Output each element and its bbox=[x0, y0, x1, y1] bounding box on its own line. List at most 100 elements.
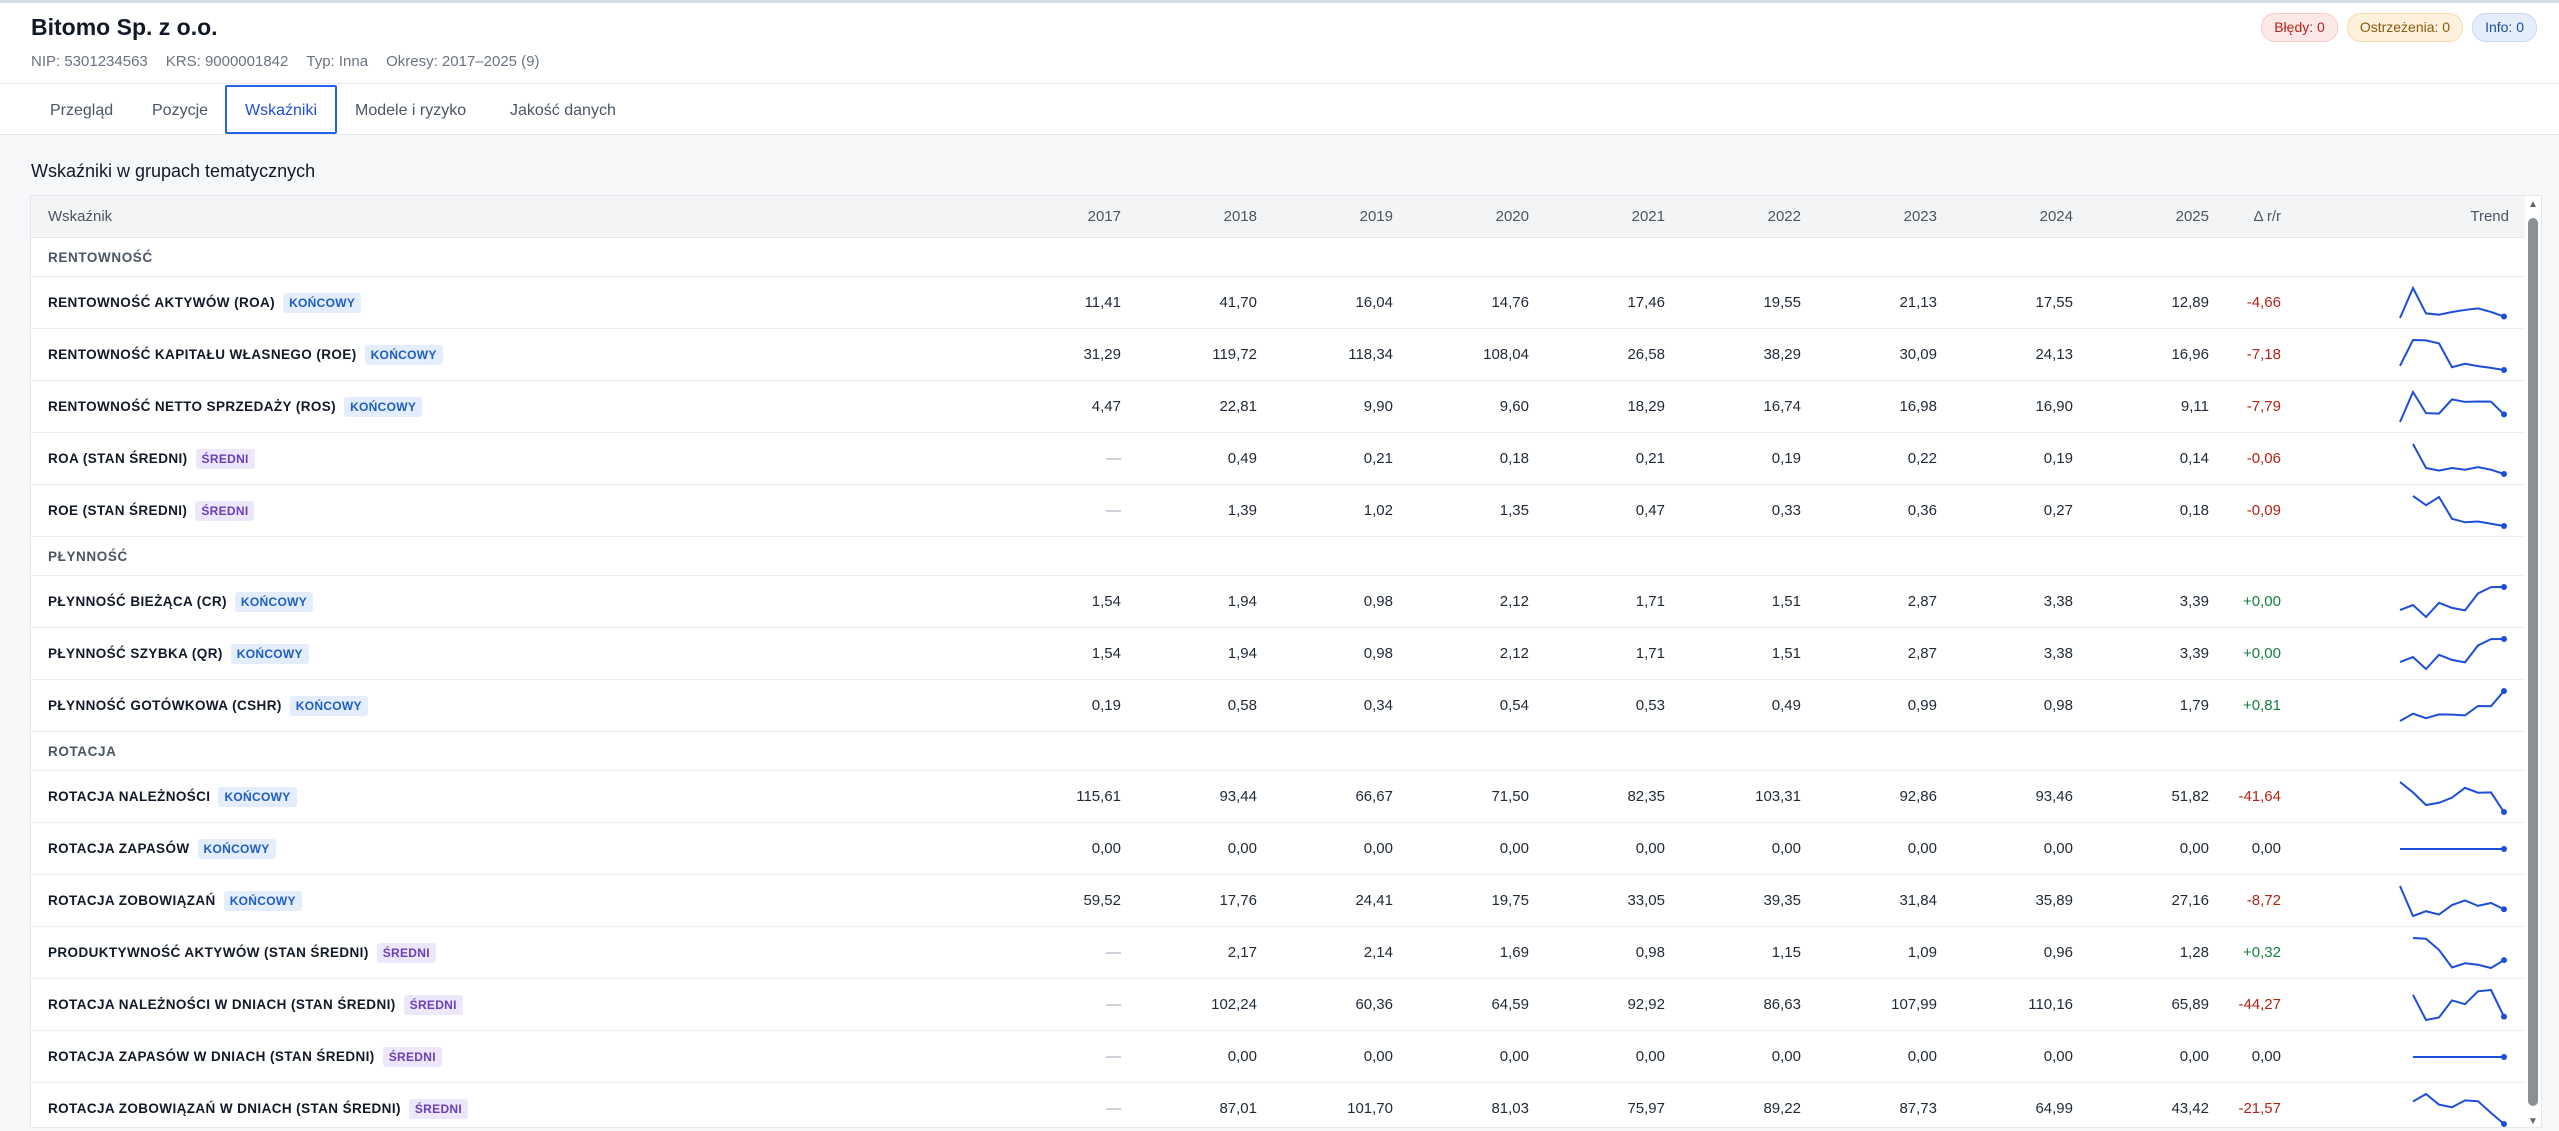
trend-last-point bbox=[2501, 688, 2507, 694]
vertical-scrollbar[interactable]: ▲ ▼ bbox=[2525, 196, 2541, 1127]
value-cell: 16,04 bbox=[1355, 294, 1393, 311]
trend-last-point bbox=[2501, 411, 2507, 418]
value-cell: 3,38 bbox=[2043, 645, 2073, 662]
header-year[interactable]: 2022 bbox=[1721, 196, 1801, 238]
table-row[interactable]: RENTOWNOŚĆ NETTO SPRZEDAŻY (ROS) KOŃCOWY 4… bbox=[31, 381, 2541, 433]
value-cell: 12,89 bbox=[2171, 294, 2209, 311]
value-cell: 115,61 bbox=[1076, 788, 1121, 805]
indicator-cell: ROTACJA NALEŻNOŚCI W DNIACH (STAN ŚREDNI… bbox=[48, 979, 463, 1031]
table-row[interactable]: PŁYNNOŚĆ SZYBKA (QR) KOŃCOWY 1,54 1,94 0,98 2… bbox=[31, 628, 2541, 680]
header-delta[interactable]: Δ r/r bbox=[2201, 196, 2281, 238]
delta-cell: -7,79 bbox=[2246, 398, 2281, 415]
trend-line bbox=[2399, 690, 2505, 722]
trend-sparkline bbox=[2399, 389, 2507, 423]
value-cell: 2,87 bbox=[1907, 645, 1937, 662]
table-row[interactable]: ROTACJA NALEŻNOŚCI W DNIACH (STAN ŚREDNI… bbox=[31, 979, 2541, 1031]
value-cell: 2,87 bbox=[1907, 593, 1937, 610]
tab-pozycje[interactable]: Pozycje bbox=[132, 85, 228, 134]
header-year[interactable]: 2024 bbox=[1993, 196, 2073, 238]
value-cell: 4,47 bbox=[1091, 398, 1121, 415]
value-cell: 33,05 bbox=[1627, 892, 1665, 909]
table-row[interactable]: RENTOWNOŚĆ KAPITAŁU WŁASNEGO (ROE) KOŃCOW… bbox=[31, 329, 2541, 381]
group-row: RENTOWNOŚĆ bbox=[31, 238, 2541, 277]
value-cell: 1,54 bbox=[1091, 593, 1121, 610]
header-year[interactable]: 2017 bbox=[1041, 196, 1121, 238]
delta-cell: -0,09 bbox=[2246, 502, 2281, 519]
value-cell: 86,63 bbox=[1763, 996, 1801, 1013]
indicator-cell: PŁYNNOŚĆ BIEŻĄCA (CR) KOŃCOWY bbox=[48, 576, 314, 628]
indicator-cell: ROTACJA ZOBOWIĄZAŃ W DNIACH (STAN ŚREDNI… bbox=[48, 1083, 469, 1127]
tab-jakosc-danych[interactable]: Jakość danych bbox=[490, 85, 636, 134]
trend-last-point bbox=[2501, 809, 2507, 815]
indicator-name: PŁYNNOŚĆ SZYBKA (QR) bbox=[48, 646, 223, 661]
delta-cell: 0,00 bbox=[2251, 1048, 2281, 1065]
company-header: Bitomo Sp. z o.o. NIP: 5301234563 KRS: 9… bbox=[0, 0, 2559, 84]
header-indicator[interactable]: Wskaźnik bbox=[48, 196, 112, 238]
indicator-cell: ROTACJA ZOBOWIĄZAŃ KOŃCOWY bbox=[48, 875, 302, 927]
indicator-cell: ROA (STAN ŚREDNI) ŚREDNI bbox=[48, 433, 255, 485]
value-cell: 0,18 bbox=[1499, 450, 1529, 467]
value-cell: 101,70 bbox=[1347, 1100, 1393, 1117]
indicator-cell: ROTACJA ZAPASÓW KOŃCOWY bbox=[48, 823, 276, 875]
value-cell: 2,12 bbox=[1499, 593, 1529, 610]
indicator-type-badge: KOŃCOWY bbox=[234, 592, 314, 612]
company-type: Typ: Inna bbox=[306, 53, 369, 70]
indicator-cell: PŁYNNOŚĆ GOTÓWKOWA (CSHR) KOŃCOWY bbox=[48, 680, 368, 732]
tab-przeglad[interactable]: Przegląd bbox=[30, 85, 133, 134]
value-cell: 39,35 bbox=[1763, 892, 1801, 909]
header-year[interactable]: 2023 bbox=[1857, 196, 1937, 238]
company-krs: KRS: 9000001842 bbox=[165, 53, 289, 70]
table-row[interactable]: ROTACJA ZOBOWIĄZAŃ KOŃCOWY 59,52 17,76 24,41… bbox=[31, 875, 2541, 927]
trend-last-point bbox=[2501, 846, 2507, 852]
table-row[interactable]: ROTACJA NALEŻNOŚCI KOŃCOWY 115,61 93,44 66,6… bbox=[31, 771, 2541, 823]
value-cell: 0,98 bbox=[2043, 697, 2073, 714]
tab-modele-i-ryzyko[interactable]: Modele i ryzyko bbox=[335, 85, 486, 134]
indicator-name: ROTACJA NALEŻNOŚCI W DNIACH (STAN ŚREDNI… bbox=[48, 997, 396, 1012]
trend-line bbox=[2412, 443, 2505, 475]
value-cell: 65,89 bbox=[2171, 996, 2209, 1013]
indicator-type-badge: KOŃCOWY bbox=[223, 891, 302, 911]
group-row: ROTACJA bbox=[31, 732, 2541, 771]
value-cell: 19,55 bbox=[1763, 294, 1801, 311]
scroll-down-icon[interactable]: ▼ bbox=[2528, 1117, 2538, 1127]
value-cell: 92,92 bbox=[1627, 996, 1665, 1013]
info-badge[interactable]: Info: 0 bbox=[2472, 13, 2537, 42]
table-row[interactable]: RENTOWNOŚĆ AKTYWÓW (ROA) KOŃCOWY 11,41 41,7… bbox=[31, 277, 2541, 329]
table-row[interactable]: PRODUKTYWNOŚĆ AKTYWÓW (STAN ŚREDNI) ŚREDN… bbox=[31, 927, 2541, 979]
table-row[interactable]: ROTACJA ZAPASÓW W DNIACH (STAN ŚREDNI) ŚR… bbox=[31, 1031, 2541, 1083]
indicator-name: ROTACJA NALEŻNOŚCI bbox=[48, 789, 211, 804]
table-row[interactable]: ROA (STAN ŚREDNI) ŚREDNI — 0,49 0,21 0,18 0,21… bbox=[31, 433, 2541, 485]
header-year[interactable]: 2018 bbox=[1177, 196, 1257, 238]
value-cell: 0,99 bbox=[1907, 697, 1937, 714]
scroll-thumb[interactable] bbox=[2528, 218, 2538, 1106]
value-cell: 16,98 bbox=[1899, 398, 1937, 415]
header-year[interactable]: 2021 bbox=[1585, 196, 1665, 238]
indicator-type-badge: KOŃCOWY bbox=[230, 644, 309, 664]
scroll-up-icon[interactable]: ▲ bbox=[2528, 200, 2538, 210]
value-cell: 1,35 bbox=[1499, 502, 1529, 519]
table-row[interactable]: PŁYNNOŚĆ BIEŻĄCA (CR) KOŃCOWY 1,54 1,94 0,98… bbox=[31, 576, 2541, 628]
table-row[interactable]: ROTACJA ZAPASÓW KOŃCOWY 0,00 0,00 0,00 0,00 0,… bbox=[31, 823, 2541, 875]
header-year[interactable]: 2020 bbox=[1449, 196, 1529, 238]
trend-sparkline bbox=[2399, 781, 2507, 815]
errors-badge[interactable]: Błędy: 0 bbox=[2261, 13, 2338, 42]
indicator-type-badge: KOŃCOWY bbox=[289, 696, 368, 716]
trend-last-point bbox=[2501, 957, 2507, 964]
value-cell: 2,14 bbox=[1363, 944, 1393, 961]
trend-line bbox=[2399, 338, 2505, 371]
delta-cell: -41,64 bbox=[2238, 788, 2281, 805]
trend-sparkline bbox=[2399, 584, 2507, 619]
delta-cell: -4,66 bbox=[2246, 294, 2281, 311]
table-row[interactable]: PŁYNNOŚĆ GOTÓWKOWA (CSHR) KOŃCOWY 0,19 0,58… bbox=[31, 680, 2541, 732]
value-cell: 0,98 bbox=[1363, 645, 1393, 662]
table-row[interactable]: ROE (STAN ŚREDNI) ŚREDNI — 1,39 1,02 1,35 0,47… bbox=[31, 485, 2541, 537]
header-year[interactable]: 2025 bbox=[2129, 196, 2209, 238]
group-name: PŁYNNOŚĆ bbox=[48, 549, 128, 564]
header-year[interactable]: 2019 bbox=[1313, 196, 1393, 238]
tab-wskazniki[interactable]: Wskaźniki bbox=[225, 85, 338, 134]
value-cell: 9,11 bbox=[2180, 398, 2209, 415]
table-row[interactable]: ROTACJA ZOBOWIĄZAŃ W DNIACH (STAN ŚREDNI… bbox=[31, 1083, 2541, 1127]
value-cell: 0,00 bbox=[2043, 1048, 2073, 1065]
warnings-badge[interactable]: Ostrzeżenia: 0 bbox=[2346, 13, 2464, 42]
value-cell: 43,42 bbox=[2171, 1100, 2209, 1117]
